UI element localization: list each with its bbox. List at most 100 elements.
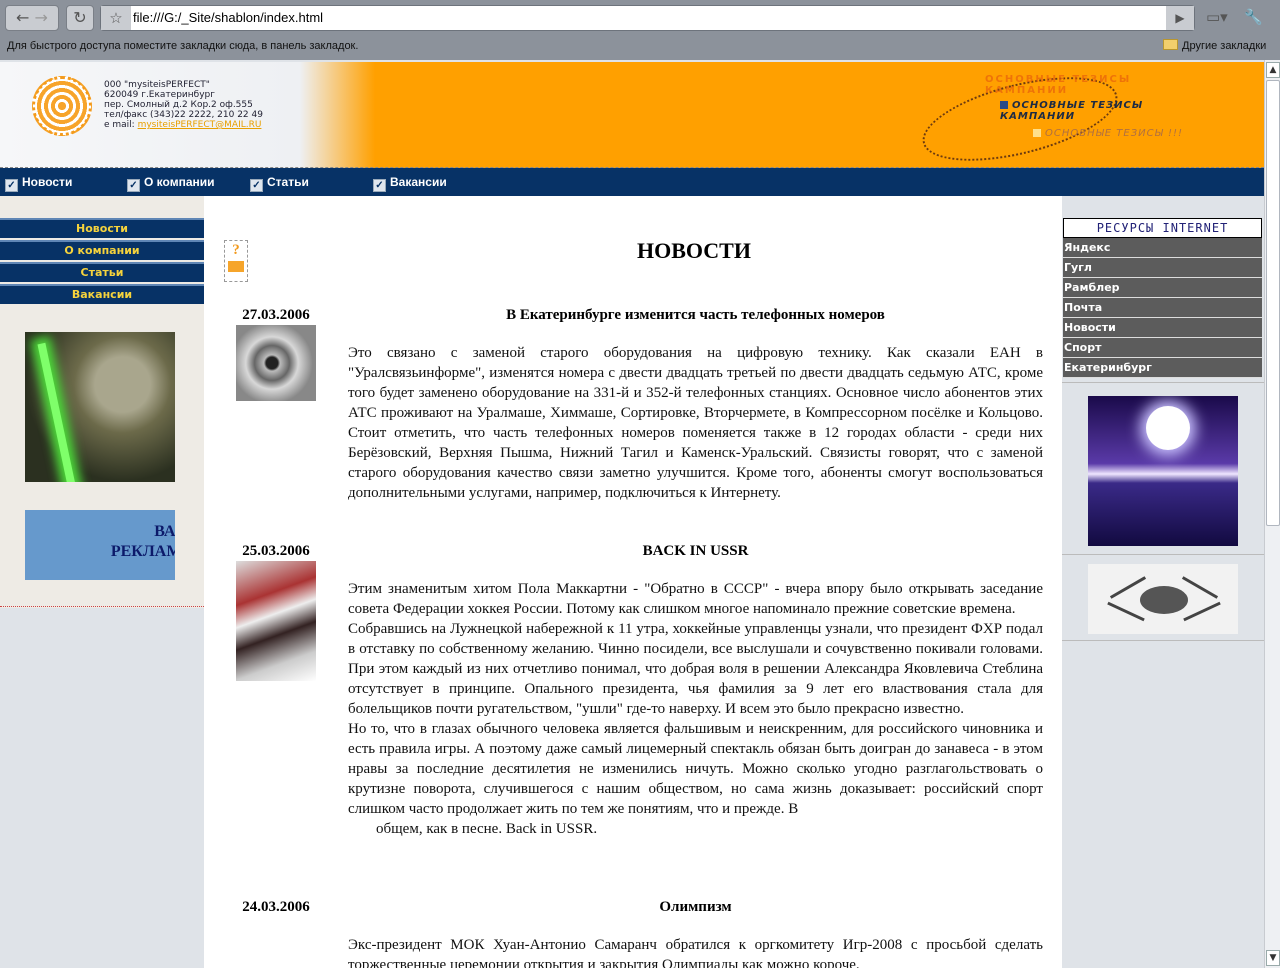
article-body: Экс-президент МОК Хуан-Антонио Самаранч … — [348, 935, 1043, 968]
other-bookmarks-label: Другие закладки — [1182, 40, 1267, 52]
resource-link[interactable]: Новости — [1063, 318, 1262, 338]
divider — [1062, 554, 1264, 555]
right-sidebar: РЕСУРСЫ INTERNET Яндекс Гугл Рамблер Поч… — [1062, 196, 1264, 968]
crab-image — [1088, 564, 1238, 634]
check-icon: ✓ — [250, 179, 263, 192]
square-icon — [1033, 129, 1041, 137]
side-menu-vacancies[interactable]: Вакансии — [0, 284, 204, 304]
scroll-down-icon[interactable]: ▼ — [1266, 950, 1280, 966]
page-title: НОВОСТИ — [637, 238, 751, 263]
other-bookmarks[interactable]: Другие закладки — [1163, 39, 1266, 52]
address-line: пер. Смолный д.2 Кор.2 оф.555 — [104, 100, 253, 110]
article-title[interactable]: Олимпизм — [348, 899, 1043, 916]
back-forward-buttons[interactable]: ← → — [5, 5, 59, 31]
star-icon[interactable]: ☆ — [101, 6, 131, 30]
article-title[interactable]: BACK IN USSR — [348, 543, 1043, 560]
article-paragraph: общем, как в песне. Back in USSR. — [376, 821, 598, 837]
wrench-icon[interactable]: 🔧 — [1244, 8, 1263, 26]
resource-link[interactable]: Спорт — [1063, 338, 1262, 358]
nav-company[interactable]: ✓ О компании — [127, 175, 215, 192]
thesis-sub: ОСНОВНЫЕ ТЕЗИСЫ !!! — [1033, 128, 1183, 139]
company-logo — [32, 76, 92, 136]
theses-graphic: ОСНОВНЫЕ ТЕЗИСЫ КАМПАНИИ ОСНОВНЫЕ ТЕЗИСЫ… — [914, 60, 1185, 178]
check-icon: ✓ — [5, 179, 18, 192]
ad-line: ВАШ — [154, 523, 175, 540]
check-icon: ✓ — [127, 179, 140, 192]
resource-link[interactable]: Яндекс — [1063, 238, 1262, 258]
top-nav: ✓ Новости ✓ О компании ✓ Статьи ✓ Вакансии — [0, 168, 1264, 196]
side-menu: Новости О компании Статьи Вакансии — [0, 218, 204, 306]
thesis-main: ОСНОВНЫЕ ТЕЗИСЫ КАМПАНИИ — [1000, 100, 1185, 122]
article-title[interactable]: В Екатеринбурге изменится часть телефонн… — [348, 307, 1043, 324]
address-line: 620049 г.Екатеринбург — [104, 90, 215, 100]
side-menu-news[interactable]: Новости — [0, 218, 204, 238]
nav-vacancies[interactable]: ✓ Вакансии — [373, 175, 447, 192]
divider — [1062, 382, 1264, 383]
nav-label: Вакансии — [390, 175, 447, 189]
url-text[interactable]: file:///G:/_Site/shablon/index.html — [133, 10, 323, 25]
article-paragraph: Экс-президент МОК Хуан-Антонио Самаранч … — [348, 937, 1043, 968]
company-name: 000 "mysiteisPERFECT" — [104, 80, 210, 90]
company-contacts: 000 "mysiteisPERFECT" 620049 г.Екатеринб… — [104, 80, 263, 130]
vertical-scrollbar[interactable]: ▲ ▼ — [1264, 60, 1280, 968]
thesis-main-label: ОСНОВНЫЕ ТЕЗИСЫ КАМПАНИИ — [1000, 100, 1144, 122]
square-icon — [1000, 101, 1008, 109]
resource-link[interactable]: Почта — [1063, 298, 1262, 318]
divider — [0, 606, 204, 607]
bookmarks-hint: Для быстрого доступа поместите закладки … — [7, 40, 359, 52]
scroll-thumb[interactable] — [1266, 80, 1280, 526]
lightsaber — [37, 342, 77, 482]
side-menu-articles[interactable]: Статьи — [0, 262, 204, 282]
folder-icon — [1163, 39, 1178, 50]
nav-label: Новости — [22, 175, 73, 189]
address-bar[interactable]: ☆ file:///G:/_Site/shablon/index.html ▶ — [100, 5, 1195, 31]
article-body: Это связано с заменой старого оборудован… — [348, 343, 1043, 503]
reload-icon: ↻ — [73, 8, 87, 27]
article-paragraph: Этим знаменитым хитом Пола Маккартни - "… — [348, 581, 1043, 617]
phone-dial-image — [236, 325, 316, 401]
go-icon[interactable]: ▶ — [1166, 6, 1194, 30]
nav-label: Статьи — [267, 175, 309, 189]
moon-image — [1088, 396, 1238, 546]
yoda-image — [25, 332, 175, 482]
article-date: 25.03.2006 — [242, 543, 310, 559]
check-icon: ✓ — [373, 179, 386, 192]
article-paragraph: Но то, что в глазах обычного человека яв… — [348, 721, 1043, 817]
thesis-top: ОСНОВНЫЕ ТЕЗИСЫ КАМПАНИИ — [985, 74, 1132, 96]
nav-label: О компании — [144, 175, 215, 189]
resources-list: Яндекс Гугл Рамблер Почта Новости Спорт … — [1063, 238, 1262, 378]
email-label: e mail: — [104, 120, 135, 130]
phone: тел/факс (343)22 2222, 210 22 49 — [104, 110, 263, 120]
email-link[interactable]: mysiteisPERFECT@MAIL.RU — [138, 120, 262, 130]
ad-line: РЕКЛАМА — [110, 543, 175, 560]
scroll-up-icon[interactable]: ▲ — [1266, 62, 1280, 78]
moon — [1146, 406, 1190, 450]
resource-link[interactable]: Рамблер — [1063, 278, 1262, 298]
side-menu-company[interactable]: О компании — [0, 240, 204, 260]
article-date: 27.03.2006 — [242, 307, 310, 323]
page-menu-icon[interactable]: ▭▾ — [1206, 8, 1228, 26]
left-sidebar: Новости О компании Статьи Вакансии ВАШ РЕ… — [0, 196, 204, 608]
crab-body — [1140, 586, 1188, 614]
back-icon[interactable]: ← — [16, 8, 29, 27]
article-paragraph: Собравшись на Лужнецкой набережной к 11 … — [348, 621, 1043, 717]
ad-banner[interactable]: ВАШ РЕКЛАМА — [25, 510, 175, 580]
reload-button[interactable]: ↻ — [66, 5, 94, 31]
crab-leg — [1183, 601, 1221, 622]
crab-leg — [1107, 601, 1145, 622]
forward-icon[interactable]: → — [35, 8, 48, 27]
hockey-image — [236, 561, 316, 681]
article-body: Этим знаменитым хитом Пола Маккартни - "… — [348, 579, 1043, 839]
nav-articles[interactable]: ✓ Статьи — [250, 175, 309, 192]
resources-title: РЕСУРСЫ INTERNET — [1063, 218, 1262, 238]
resource-link[interactable]: Гугл — [1063, 258, 1262, 278]
divider — [1062, 640, 1264, 641]
article-paragraph: Это связано с заменой старого оборудован… — [348, 345, 1043, 501]
site-banner: 000 "mysiteisPERFECT" 620049 г.Екатеринб… — [0, 60, 1264, 178]
resource-link[interactable]: Екатеринбург — [1063, 358, 1262, 378]
thesis-sub-label: ОСНОВНЫЕ ТЕЗИСЫ !!! — [1045, 128, 1183, 139]
main-content: ? НОВОСТИ 27.03.2006 В Екатеринбурге изм… — [204, 196, 1062, 968]
nav-news[interactable]: ✓ Новости — [5, 175, 72, 192]
article-date: 24.03.2006 — [242, 899, 310, 915]
browser-toolbar: ← → ↻ ☆ file:///G:/_Site/shablon/index.h… — [0, 0, 1280, 60]
